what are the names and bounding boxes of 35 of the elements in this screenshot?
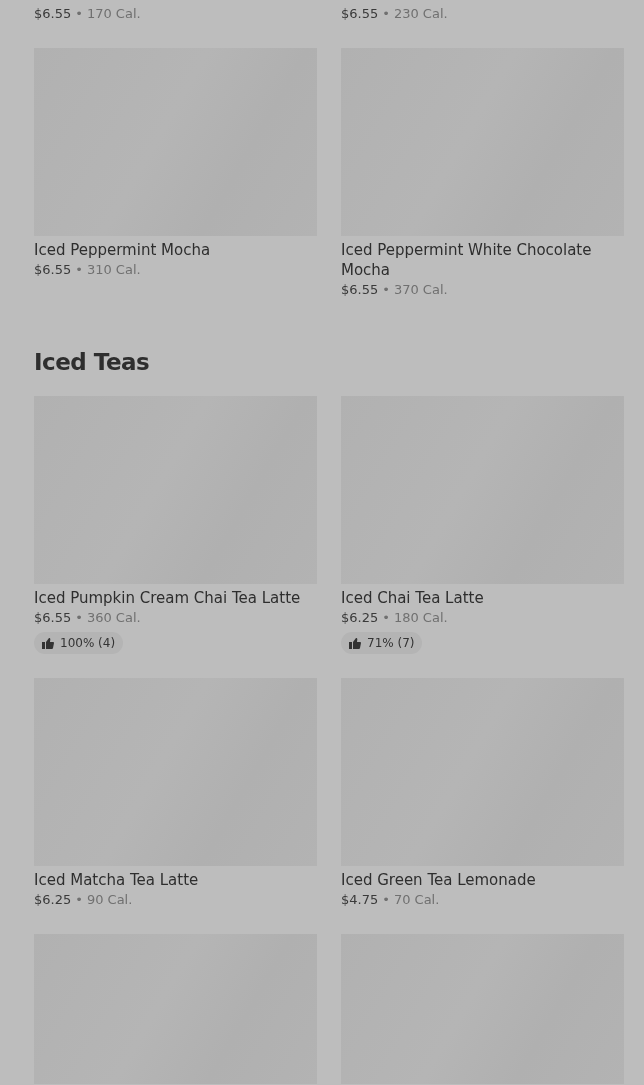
separator-dot: •	[75, 5, 83, 23]
item-name[interactable]: Iced Peppermint Mocha	[34, 240, 211, 260]
separator-dot: •	[75, 891, 83, 909]
separator-dot: •	[75, 609, 83, 627]
separator-dot: •	[382, 891, 390, 909]
item-name[interactable]: Iced Pumpkin Cream Chai Tea Latte	[34, 588, 301, 608]
item-name[interactable]: Iced Peppermint White Chocolate Mocha	[341, 240, 624, 280]
item-price: $6.55	[34, 609, 72, 627]
item-calories: 370 Cal.	[393, 281, 448, 299]
item-calories: 170 Cal.	[86, 5, 141, 23]
item-price: $4.75	[341, 891, 379, 909]
separator-dot: •	[75, 261, 83, 279]
item-price: $6.55	[341, 281, 379, 299]
separator-dot: •	[382, 281, 390, 299]
item-calories: 230 Cal.	[393, 5, 448, 23]
thumbs-up-icon	[349, 637, 361, 649]
item-price: $6.55	[341, 5, 379, 23]
item-price: $6.25	[34, 891, 72, 909]
item-calories: 180 Cal.	[393, 609, 448, 627]
separator-dot: •	[382, 609, 390, 627]
item-name[interactable]: Iced Matcha Tea Latte	[34, 870, 199, 890]
separator-dot: •	[382, 5, 390, 23]
rating-text: 100% (4)	[60, 636, 116, 650]
item-name[interactable]: Iced Chai Tea Latte	[341, 588, 484, 608]
item-calories: 70 Cal.	[393, 891, 440, 909]
item-calories: 90 Cal.	[86, 891, 133, 909]
item-price: $6.55	[34, 261, 72, 279]
item-price: $6.25	[341, 609, 379, 627]
item-price: $6.55	[34, 5, 72, 23]
section-heading: Iced Teas	[34, 348, 151, 376]
item-name[interactable]: Iced Green Tea Lemonade	[341, 870, 536, 890]
thumbs-up-icon	[42, 637, 54, 649]
rating-text: 71% (7)	[367, 636, 415, 650]
item-calories: 360 Cal.	[86, 609, 141, 627]
item-calories: 310 Cal.	[86, 261, 141, 279]
